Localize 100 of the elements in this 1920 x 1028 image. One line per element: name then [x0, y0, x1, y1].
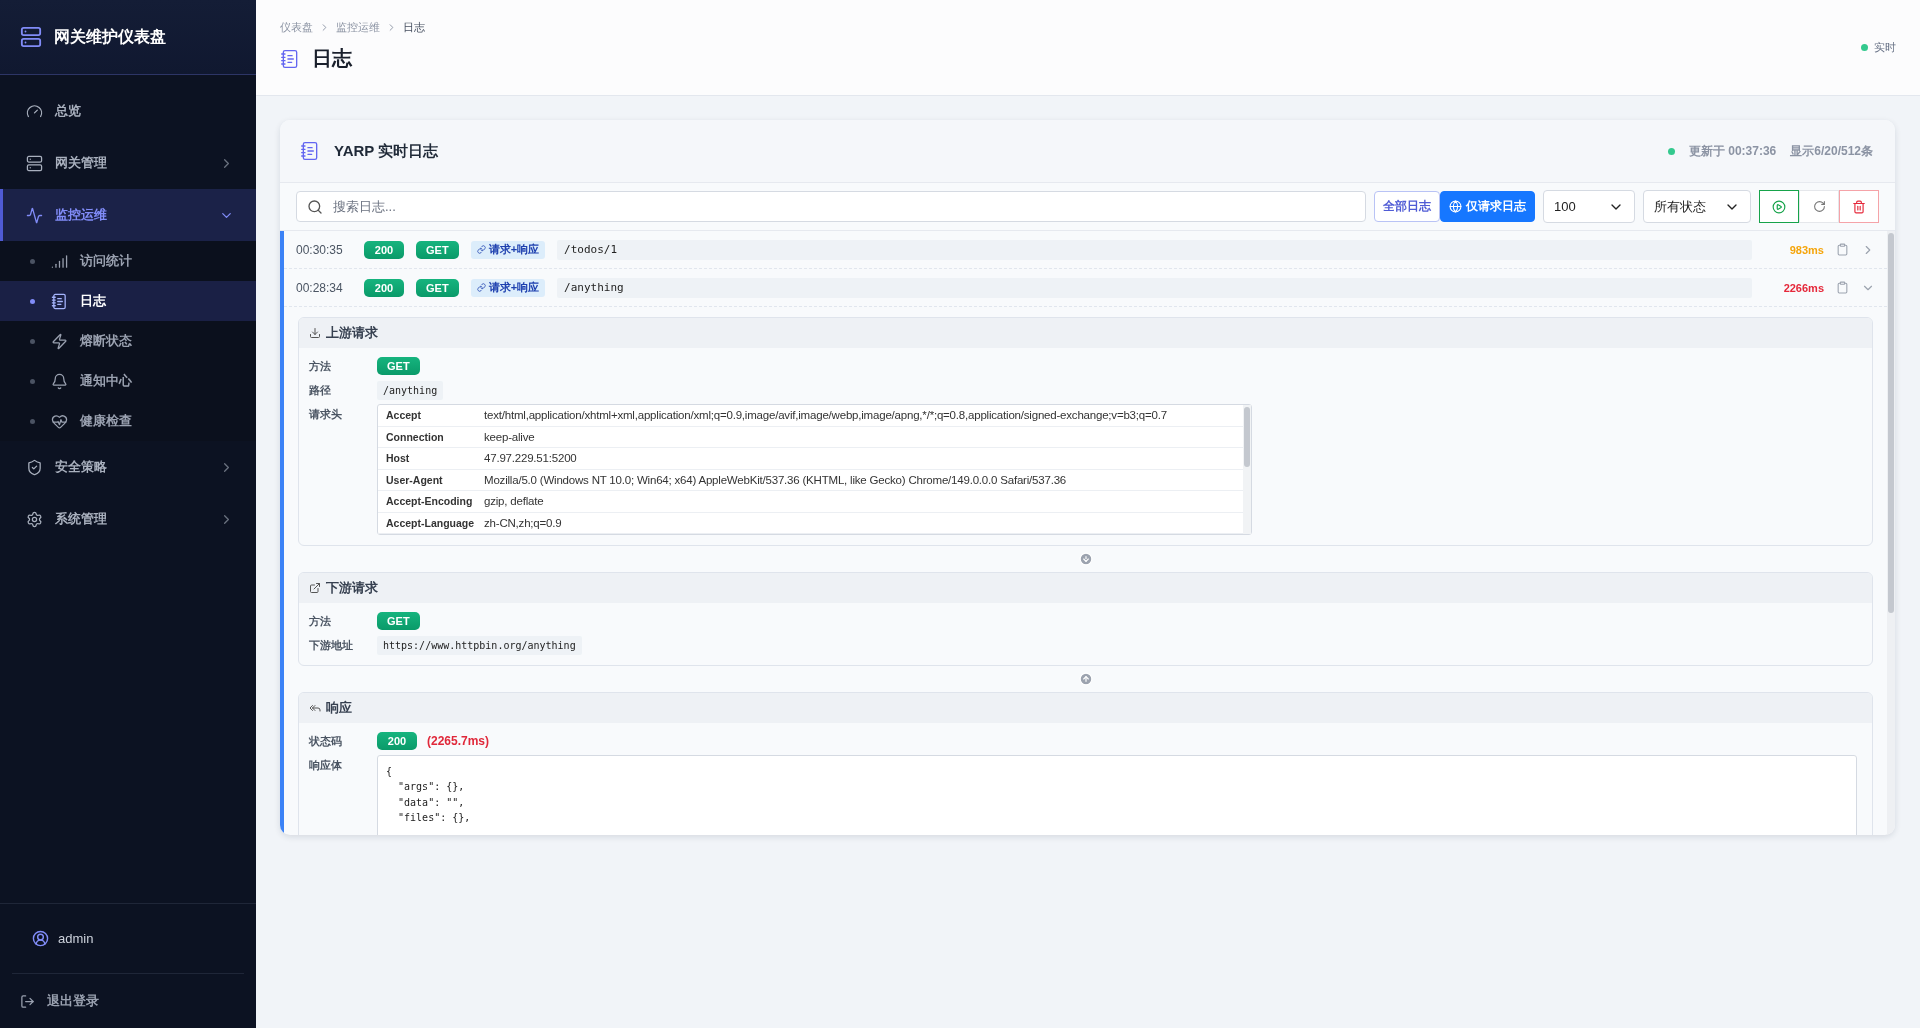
brand-logo-icon: [20, 26, 42, 48]
response-body: { "args": {}, "data": "", "files": {},: [377, 755, 1857, 835]
user-name: admin: [58, 931, 94, 946]
duration-text: 983ms: [1788, 243, 1824, 256]
nav-subitem[interactable]: 日志: [0, 281, 256, 321]
copy-icon[interactable]: [1836, 281, 1849, 294]
response-duration: (2265.7ms): [427, 734, 490, 748]
nav-item[interactable]: 总览: [0, 85, 256, 137]
filter-toggle[interactable]: 仅请求日志: [1440, 191, 1535, 222]
logout-icon: [20, 993, 35, 1009]
nav-subitem[interactable]: 通知中心: [0, 361, 256, 401]
download-icon: [309, 327, 321, 339]
live-status-dot: [1861, 44, 1868, 51]
request-path: /todos/1: [557, 239, 1752, 260]
user-avatar-icon: [32, 930, 49, 947]
nav-icon: [51, 292, 68, 310]
status-badge: 200: [364, 240, 404, 259]
field-label: 状态码: [309, 734, 343, 749]
url-value: https://www.httpbin.org/anything: [377, 635, 582, 655]
field-label: 路径: [309, 383, 332, 398]
method-badge: GET: [377, 357, 420, 375]
link-icon: [476, 245, 486, 254]
header-value: zh-CN,zh;q=0.9: [484, 516, 562, 529]
nav-item[interactable]: 系统管理: [0, 493, 256, 545]
header-name: Accept-Encoding: [385, 495, 474, 508]
logout-button[interactable]: 退出登录: [0, 974, 119, 1028]
filter-toggle[interactable]: 全部日志: [1374, 191, 1440, 222]
limit-select[interactable]: 100: [1543, 190, 1635, 223]
nav-icon: [26, 154, 43, 172]
log-count: 显示6/20/512条: [1790, 142, 1873, 160]
log-row[interactable]: 00:30:35 200 GET 请求+响应 /todos/1 983ms: [284, 231, 1887, 269]
nav-subitem[interactable]: 访问统计: [0, 241, 256, 281]
log-time: 00:30:35: [296, 242, 344, 257]
page-title: 日志: [312, 46, 352, 71]
field-label: 方法: [309, 359, 332, 374]
trash-icon: [1852, 199, 1866, 214]
nav-subitem[interactable]: 熔断状态: [0, 321, 256, 361]
reply-icon: [309, 702, 321, 714]
external-link-icon: [309, 582, 321, 594]
section-title: 响应: [326, 699, 352, 717]
log-time: 00:28:34: [296, 280, 344, 295]
search-box[interactable]: 搜索日志...: [296, 191, 1366, 222]
link-icon: [476, 283, 486, 292]
status-badge: 200: [364, 278, 404, 297]
field-label: 方法: [309, 614, 332, 629]
method-badge: GET: [377, 612, 420, 630]
method-badge: GET: [416, 278, 459, 297]
header-name: Host: [385, 452, 411, 465]
delete-button[interactable]: [1839, 190, 1879, 223]
status-badge: 200: [377, 732, 417, 750]
header-name: Accept: [385, 409, 422, 422]
nav-icon: [51, 252, 68, 270]
breadcrumb-link[interactable]: 日志: [403, 20, 425, 35]
field-label: 响应体: [309, 758, 343, 773]
nav-icon: [26, 206, 43, 224]
log-type-tag: 请求+响应: [470, 240, 546, 259]
nav-icon: [26, 510, 43, 528]
nav-icon: [51, 372, 68, 390]
live-label: 实时: [1874, 40, 1896, 55]
section-title: 下游请求: [326, 579, 378, 597]
log-icon: [280, 48, 300, 69]
nav-icon: [51, 332, 68, 350]
header-value: Mozilla/5.0 (Windows NT 10.0; Win64; x64) AppleWebKit/537.36 (KHTML, like Gecko) Chrome/149.0.0.0 Safari/537.36: [484, 473, 1067, 486]
header-name: Accept-Language: [385, 516, 476, 529]
refresh-button[interactable]: [1799, 190, 1839, 223]
nav-icon: [26, 102, 43, 120]
section-title: 上游请求: [326, 324, 378, 342]
play-button[interactable]: [1759, 190, 1799, 223]
log-icon: [300, 141, 320, 161]
live-status-dot: [1667, 147, 1675, 155]
log-row[interactable]: 00:28:34 200 GET 请求+响应 /anything 2266ms: [284, 269, 1887, 307]
globe-icon: [1449, 200, 1462, 213]
app-title: 网关维护仪表盘: [54, 26, 166, 47]
card-title: YARP 实时日志: [334, 141, 440, 161]
header-value: 47.97.229.51:5200: [484, 452, 577, 465]
header-value: gzip, deflate: [484, 495, 544, 508]
header-name: User-Agent: [385, 473, 444, 486]
nav-subitem[interactable]: 健康检查: [0, 401, 256, 441]
search-field[interactable]: 搜索日志...: [333, 199, 1355, 214]
request-path: /anything: [557, 277, 1752, 298]
status-select[interactable]: 所有状态: [1643, 190, 1751, 223]
arrow-up-icon: [1078, 672, 1093, 686]
header-value: text/html,application/xhtml+xml,application/xml;q=0.9,image/avif,image/webp,image/apng,*/*;q=0.8,application/signed-exchange;v=b3;q=0.7: [484, 409, 1167, 422]
nav-item[interactable]: 监控运维: [0, 189, 256, 241]
log-type-tag: 请求+响应: [470, 278, 546, 297]
header-value: keep-alive: [484, 430, 535, 443]
path-value: /anything: [377, 380, 444, 400]
nav-icon: [26, 458, 43, 476]
field-label: 请求头: [309, 407, 343, 422]
duration-text: 2266ms: [1782, 281, 1824, 294]
copy-icon[interactable]: [1836, 243, 1849, 256]
nav-item[interactable]: 网关管理: [0, 137, 256, 189]
nav-item[interactable]: 安全策略: [0, 441, 256, 493]
method-badge: GET: [416, 240, 459, 259]
search-icon: [307, 198, 323, 215]
header-name: Connection: [385, 430, 445, 443]
nav-icon: [51, 412, 68, 430]
refresh-icon: [1812, 200, 1826, 213]
field-label: 下游地址: [309, 638, 354, 653]
updated-time: 更新于 00:37:36: [1688, 142, 1777, 160]
